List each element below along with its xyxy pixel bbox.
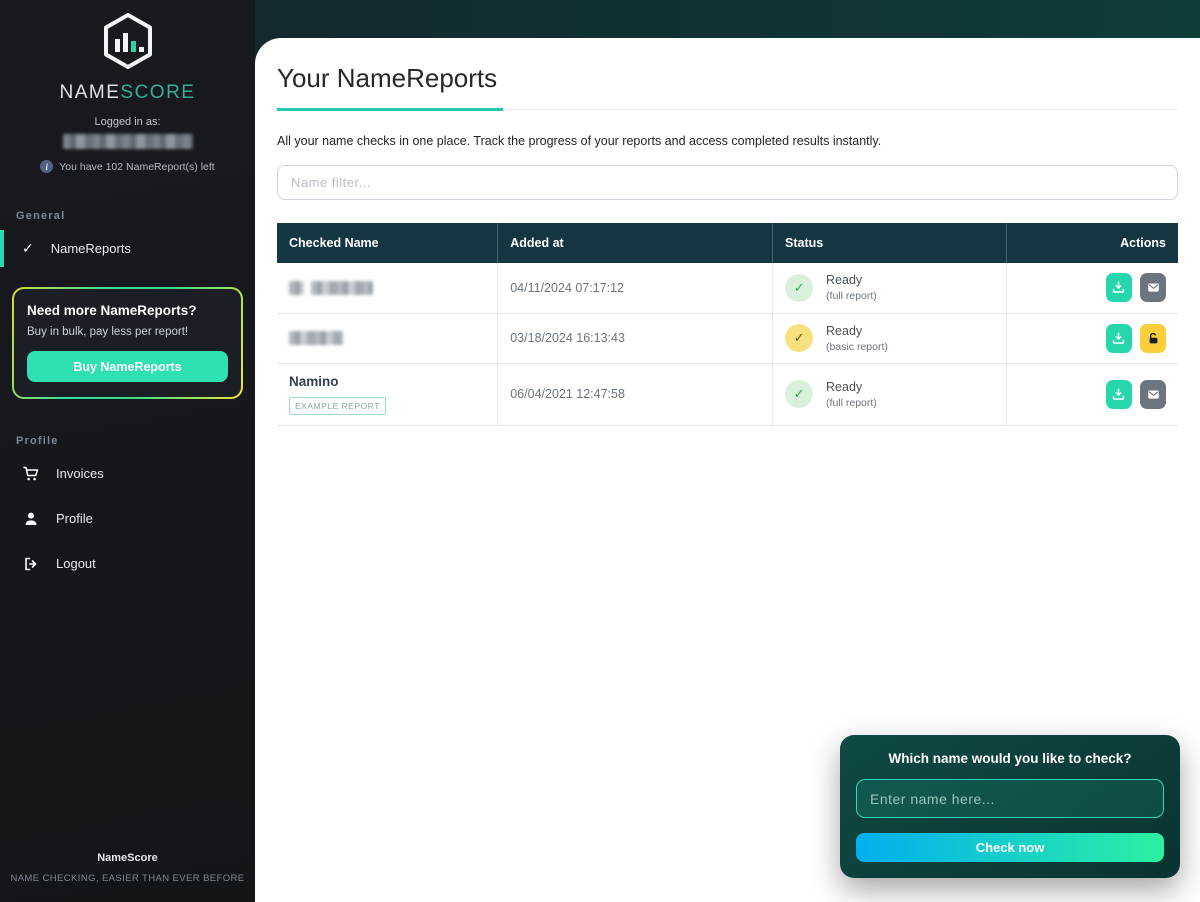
redacted-checked-name <box>289 331 343 345</box>
status-cell: ✓ Ready (full report) <box>785 273 994 302</box>
sidebar-item-profile[interactable]: Profile <box>0 500 255 537</box>
added-at-cell: 04/11/2024 07:17:12 <box>498 263 773 313</box>
status-text: Ready <box>826 273 877 287</box>
sidebar-item-label: Invoices <box>56 466 104 481</box>
status-text: Ready <box>826 324 888 338</box>
cart-icon <box>22 465 39 482</box>
download-report-button[interactable] <box>1106 324 1132 353</box>
logout-icon <box>22 555 39 572</box>
status-detail: (full report) <box>826 397 877 409</box>
status-check-icon: ✓ <box>785 324 813 352</box>
redacted-checked-name <box>311 281 373 295</box>
brand: NAMESCORE <box>0 0 255 104</box>
column-header-checked-name: Checked Name <box>277 223 498 263</box>
download-icon <box>1112 332 1125 345</box>
sidebar-item-label: NameReports <box>51 241 131 256</box>
namescore-logo-icon <box>102 12 154 70</box>
table-header-row: Checked Name Added at Status Actions <box>277 223 1178 263</box>
sidebar-footer: NameScore NAME CHECKING, EASIER THAN EVE… <box>0 852 255 884</box>
sidebar-item-label: Logout <box>56 556 96 571</box>
sidebar: NAMESCORE Logged in as: i You have 102 N… <box>0 0 255 902</box>
sidebar-item-logout[interactable]: Logout <box>0 545 255 582</box>
checked-name: Namino <box>289 374 485 389</box>
status-detail: (basic report) <box>826 341 888 353</box>
column-header-added-at: Added at <box>498 223 773 263</box>
section-label-general: General <box>0 210 255 222</box>
buy-namereports-button[interactable]: Buy NameReports <box>27 351 228 382</box>
envelope-icon <box>1147 388 1160 401</box>
sidebar-item-namereports[interactable]: ✓ NameReports <box>0 230 255 267</box>
status-cell: ✓ Ready (basic report) <box>785 324 994 353</box>
logged-in-label: Logged in as: <box>0 116 255 128</box>
promo-card: Need more NameReports? Buy in bulk, pay … <box>12 287 243 399</box>
status-cell: ✓ Ready (full report) <box>785 380 994 409</box>
table-row: 03/18/2024 16:13:43 ✓ Ready (basic repor… <box>277 313 1178 363</box>
main-area: Your NameReports All your name checks in… <box>255 0 1200 902</box>
envelope-icon <box>1147 281 1160 294</box>
status-check-icon: ✓ <box>785 380 813 408</box>
download-icon <box>1112 388 1125 401</box>
credits-text: You have 102 NameReport(s) left <box>59 161 214 173</box>
added-at-cell: 03/18/2024 16:13:43 <box>498 313 773 363</box>
name-check-widget: Which name would you like to check? Chec… <box>840 735 1180 878</box>
download-icon <box>1112 281 1125 294</box>
title-underline <box>277 109 1178 111</box>
credits-note: i You have 102 NameReport(s) left <box>0 160 255 173</box>
status-check-icon: ✓ <box>785 274 813 302</box>
check-now-button[interactable]: Check now <box>856 833 1164 862</box>
download-report-button[interactable] <box>1106 380 1132 409</box>
promo-title: Need more NameReports? <box>27 303 228 318</box>
email-report-button[interactable] <box>1140 273 1166 302</box>
table-row: Namino EXAMPLE REPORT 06/04/2021 12:47:5… <box>277 363 1178 425</box>
unlock-report-button[interactable] <box>1140 324 1166 353</box>
sidebar-item-invoices[interactable]: Invoices <box>0 455 255 492</box>
sidebar-item-label: Profile <box>56 511 93 526</box>
promo-subtitle: Buy in bulk, pay less per report! <box>27 326 228 338</box>
column-header-actions: Actions <box>1007 223 1178 263</box>
column-header-status: Status <box>773 223 1007 263</box>
page-description: All your name checks in one place. Track… <box>277 134 1178 148</box>
user-icon <box>22 510 39 527</box>
unlock-icon <box>1147 332 1160 345</box>
name-check-input[interactable] <box>856 779 1164 818</box>
status-text: Ready <box>826 380 877 394</box>
content-card: Your NameReports All your name checks in… <box>255 38 1200 902</box>
reports-table: Checked Name Added at Status Actions 04/… <box>277 223 1178 426</box>
info-icon: i <box>40 160 53 173</box>
name-filter-input[interactable] <box>277 165 1178 200</box>
redacted-user-email <box>63 134 193 149</box>
brand-name: NAMESCORE <box>0 82 255 104</box>
footer-brand: NameScore <box>0 852 255 864</box>
added-at-cell: 06/04/2021 12:47:58 <box>498 363 773 425</box>
app-root: NAMESCORE Logged in as: i You have 102 N… <box>0 0 1200 902</box>
footer-tagline: NAME CHECKING, EASIER THAN EVER BEFORE <box>0 873 255 884</box>
download-report-button[interactable] <box>1106 273 1132 302</box>
check-icon: ✓ <box>22 240 34 257</box>
status-detail: (full report) <box>826 290 877 302</box>
widget-title: Which name would you like to check? <box>856 751 1164 766</box>
example-report-badge: EXAMPLE REPORT <box>289 397 386 415</box>
email-report-button[interactable] <box>1140 380 1166 409</box>
logged-in-block: Logged in as: <box>0 116 255 149</box>
page-title: Your NameReports <box>277 63 1178 94</box>
table-row: 04/11/2024 07:17:12 ✓ Ready (full report… <box>277 263 1178 313</box>
redacted-checked-name <box>289 281 304 295</box>
section-label-profile: Profile <box>0 435 255 447</box>
